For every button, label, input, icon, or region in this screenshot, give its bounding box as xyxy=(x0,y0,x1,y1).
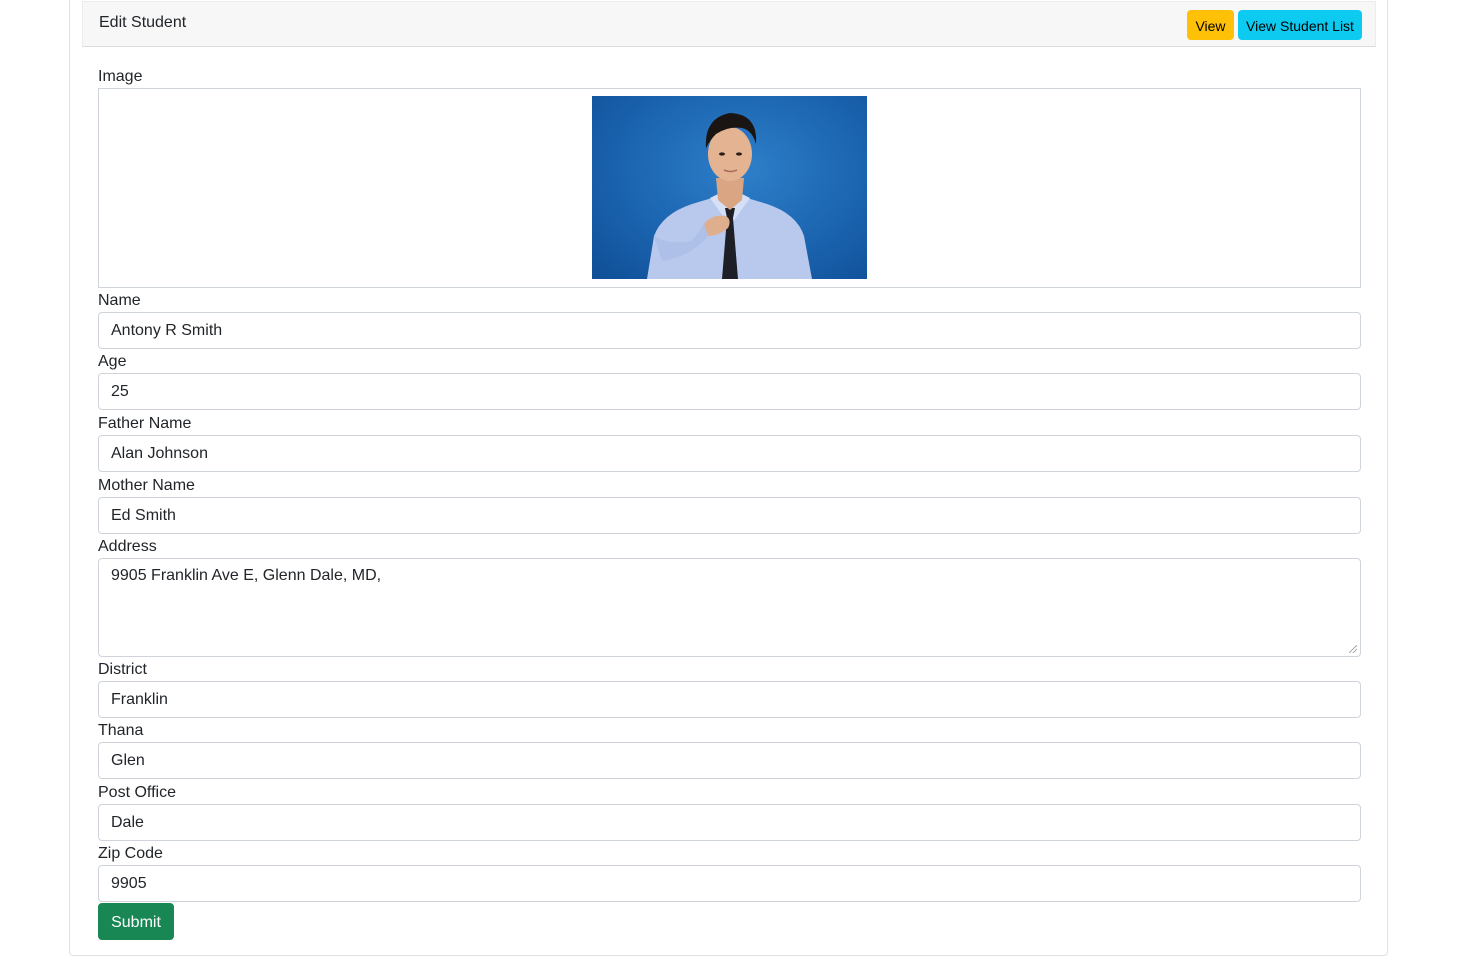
post-office-label: Post Office xyxy=(98,784,176,801)
zip-code-label: Zip Code xyxy=(98,845,163,862)
student-photo-figure xyxy=(647,113,812,279)
thana-label: Thana xyxy=(98,722,144,739)
address-text: 9905 Franklin Ave E, Glenn Dale, MD, xyxy=(111,567,382,584)
mother-name-input[interactable]: Ed Smith xyxy=(98,497,1361,534)
card-header: Edit Student View View Student List xyxy=(82,1,1376,47)
zip-code-input[interactable]: 9905 xyxy=(98,865,1361,902)
name-input[interactable]: Antony R Smith xyxy=(98,312,1361,349)
resize-handle-icon[interactable] xyxy=(1349,645,1357,653)
student-photo xyxy=(592,96,867,279)
view-button[interactable]: View xyxy=(1187,10,1234,40)
image-preview-box[interactable] xyxy=(98,88,1361,288)
post-office-input[interactable]: Dale xyxy=(98,804,1361,841)
district-input[interactable]: Franklin xyxy=(98,681,1361,718)
father-name-input[interactable]: Alan Johnson xyxy=(98,435,1361,472)
thana-input[interactable]: Glen xyxy=(98,742,1361,779)
page-title: Edit Student xyxy=(99,14,187,31)
district-label: District xyxy=(98,661,147,678)
age-label: Age xyxy=(98,353,127,370)
address-textarea[interactable]: 9905 Franklin Ave E, Glenn Dale, MD, xyxy=(98,558,1361,657)
address-label: Address xyxy=(98,538,157,555)
submit-button[interactable]: Submit xyxy=(98,903,174,940)
father-name-label: Father Name xyxy=(98,415,192,432)
view-student-list-button[interactable]: View Student List xyxy=(1238,10,1362,40)
image-label: Image xyxy=(98,68,143,85)
age-input[interactable]: 25 xyxy=(98,373,1361,410)
name-label: Name xyxy=(98,292,141,309)
mother-name-label: Mother Name xyxy=(98,477,195,494)
